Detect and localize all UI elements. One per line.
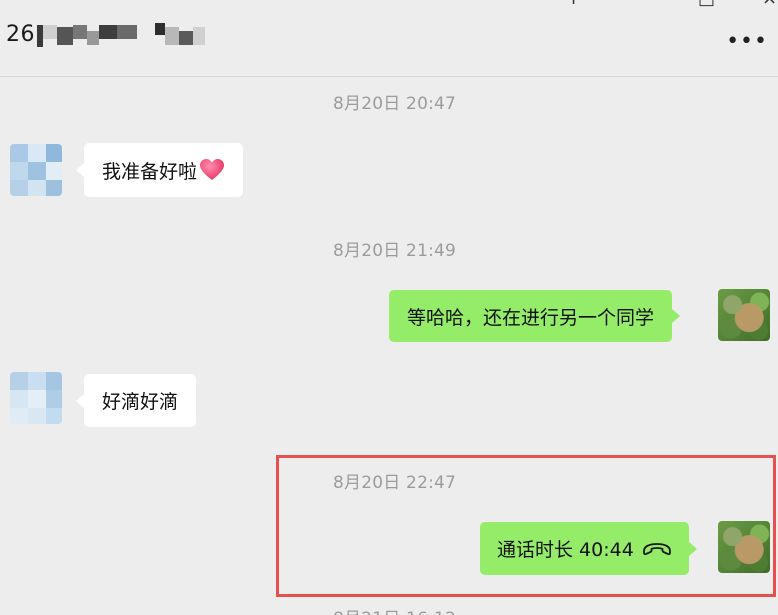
incoming-message[interactable]: 我准备好啦 xyxy=(75,143,244,197)
heart-icon xyxy=(200,159,225,180)
chat-title: 26 xyxy=(6,18,207,50)
timestamp: 8月21日 16:12 xyxy=(333,604,456,615)
message-text: 好滴好滴 xyxy=(102,391,179,413)
outgoing-message[interactable]: 等哈哈，还在进行另一个同学 xyxy=(389,290,681,342)
close-icon[interactable]: × xyxy=(762,0,777,9)
timestamp: 8月20日 21:49 xyxy=(333,241,457,261)
chat-title-text: 26 xyxy=(6,21,35,47)
maximize-icon[interactable]: □ xyxy=(698,0,715,9)
plus-icon[interactable]: + xyxy=(566,0,581,9)
timestamp: 8月20日 20:47 xyxy=(333,94,457,114)
message-text: 我准备好啦 xyxy=(102,160,198,183)
message-text: 等哈哈，还在进行另一个同学 xyxy=(407,306,655,329)
call-duration-message[interactable]: 通话时长 40:44 xyxy=(480,522,697,575)
contact-avatar[interactable] xyxy=(10,372,62,424)
pixelated-name xyxy=(37,21,207,47)
my-avatar[interactable] xyxy=(718,521,770,573)
contact-avatar[interactable] xyxy=(10,144,62,196)
phone-hangup-icon xyxy=(642,542,671,555)
more-horizontal-icon[interactable]: ••• xyxy=(726,31,768,53)
chat-header: 26 + □ × ••• xyxy=(0,0,778,77)
incoming-message[interactable]: 好滴好滴 xyxy=(75,374,197,427)
chat-window: 26 + □ × ••• 8月20日 20:47 xyxy=(0,0,778,615)
call-duration-text: 通话时长 40:44 xyxy=(497,539,634,561)
timestamp: 8月20日 22:47 xyxy=(333,473,457,493)
my-avatar[interactable] xyxy=(718,289,770,341)
